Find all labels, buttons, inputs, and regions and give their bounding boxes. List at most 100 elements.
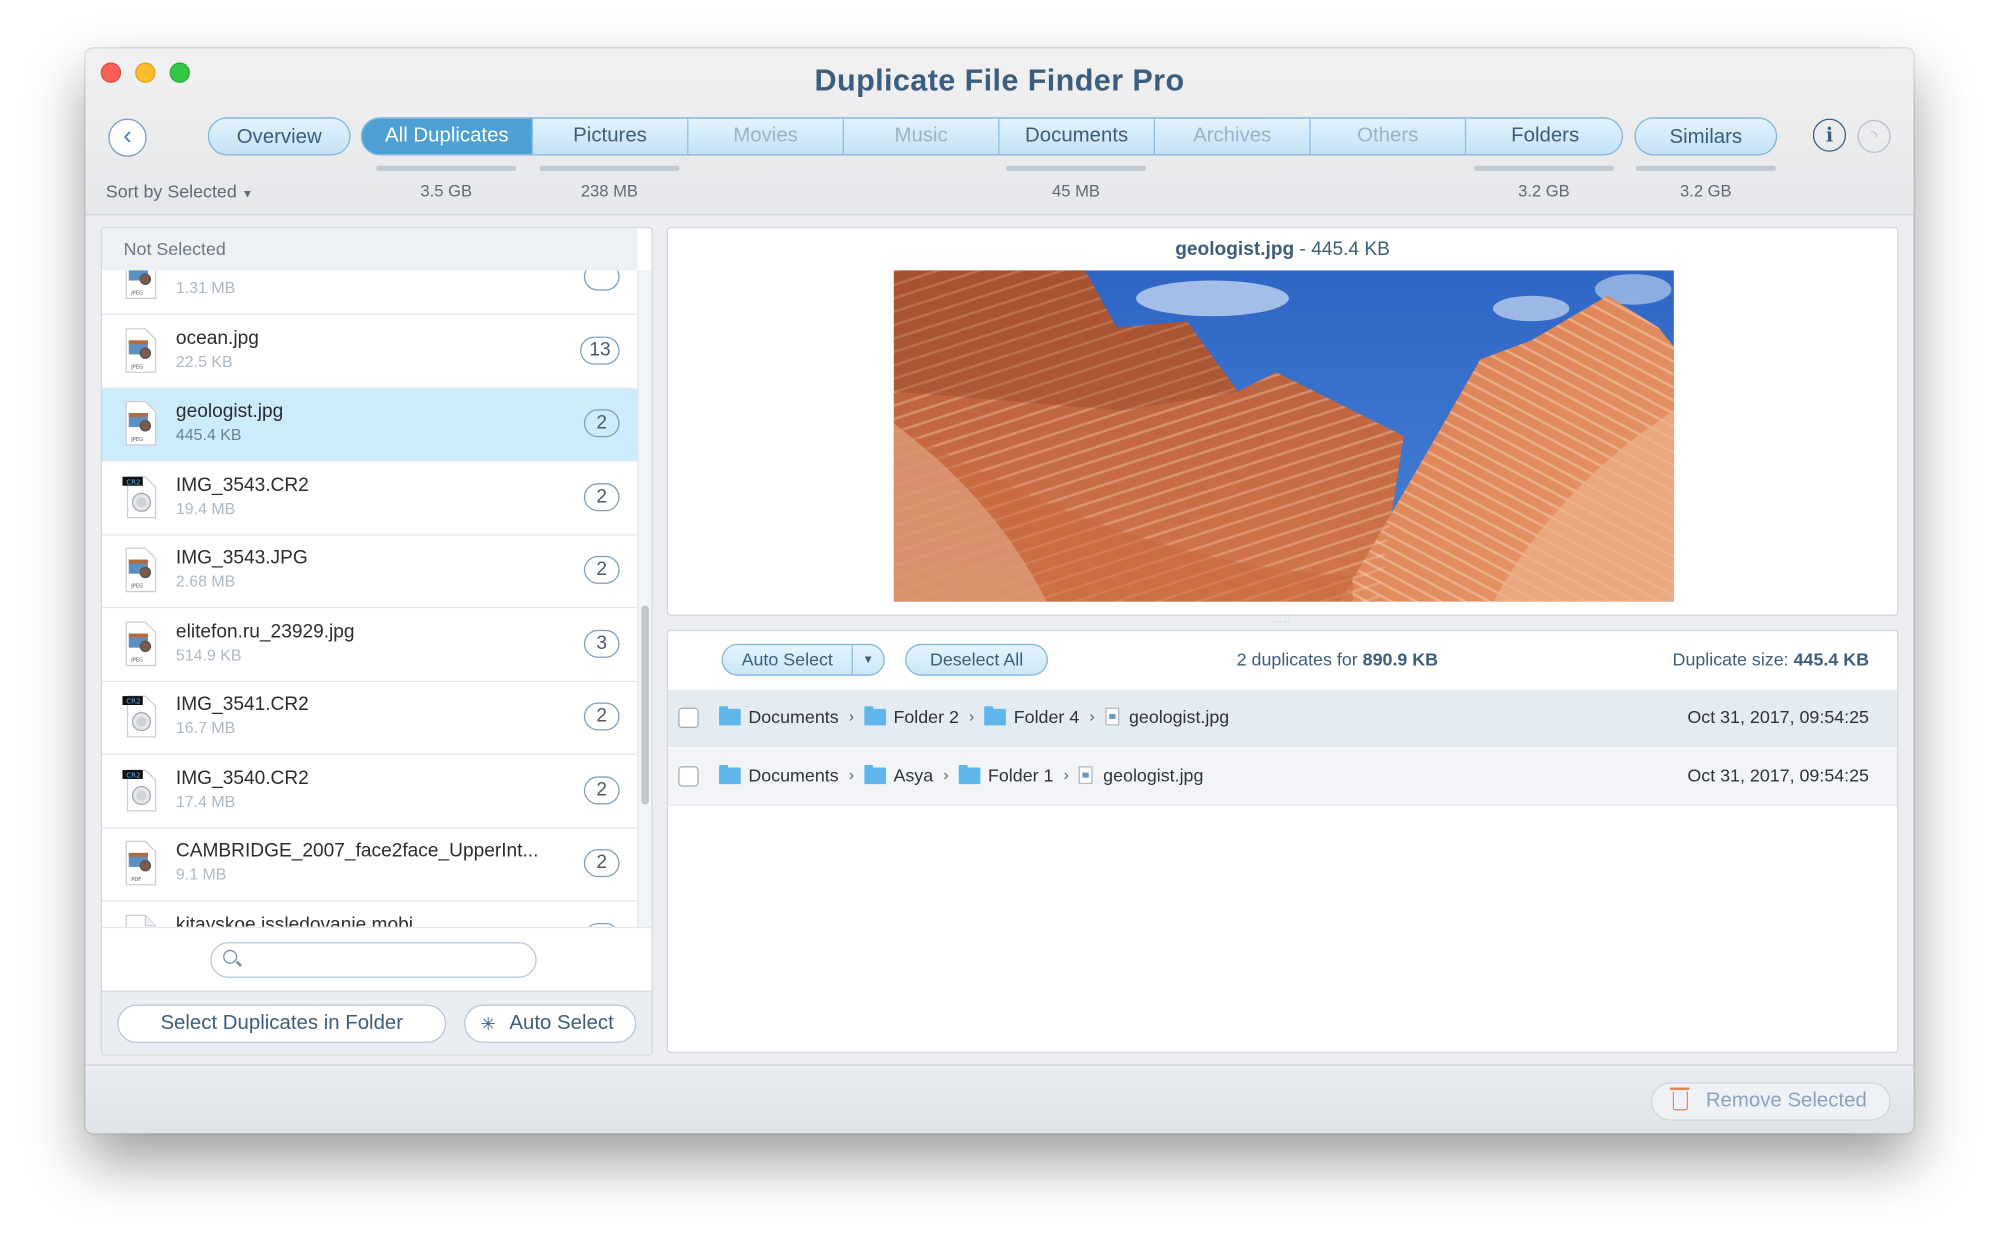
- duplicate-size: Duplicate size: 445.4 KB: [1673, 649, 1869, 669]
- deselect-all-button[interactable]: Deselect All: [905, 643, 1048, 676]
- chevron-right-icon: ›: [1063, 766, 1069, 785]
- duplicate-count-badge: 2: [583, 482, 620, 511]
- file-list[interactable]: JPEG 1.31 MB JPEG ocean.jpg 22.5 KB 13 JPEG geo…: [101, 270, 638, 927]
- path-segment[interactable]: Folder 2: [893, 706, 958, 726]
- file-path: Documents › Folder 2 › Folder 4 › geologist.jp…: [719, 705, 1229, 727]
- raw-file-icon: CR2: [122, 475, 157, 518]
- search-icon: [223, 949, 238, 964]
- svg-text:CR2: CR2: [126, 477, 140, 486]
- duplicate-size-prefix: Duplicate size:: [1672, 648, 1794, 670]
- remove-selected-label: Remove Selected: [1705, 1090, 1867, 1112]
- scrollbar[interactable]: [637, 270, 652, 927]
- file-list-item[interactable]: CR2 IMG_3541.CR2 16.7 MB 2: [101, 682, 638, 755]
- file-name: IMG_3543.CR2: [175, 473, 309, 496]
- split-handle[interactable]: ·····: [1266, 618, 1297, 626]
- tab-others[interactable]: Others: [1311, 118, 1467, 155]
- file-list-item[interactable]: JPEG IMG_3543.JPG 2.68 MB 2: [101, 535, 638, 609]
- tab-folders[interactable]: Folders: [1466, 119, 1622, 155]
- duplicate-count-badge: 2: [583, 409, 620, 438]
- rss-icon[interactable]: ◝: [1857, 119, 1891, 153]
- duplicate-row[interactable]: Documents › Folder 2 › Folder 4 › geologist.jp…: [668, 689, 1898, 748]
- path-segment[interactable]: Documents: [748, 706, 838, 726]
- tab-archives[interactable]: Archives: [1155, 118, 1311, 155]
- search-area: [101, 926, 652, 992]
- path-file-name[interactable]: geologist.jpg: [1129, 706, 1229, 726]
- file-name: geologist.jpg: [175, 400, 284, 422]
- select-duplicates-in-folder-button[interactable]: Select Duplicates in Folder: [117, 1004, 447, 1043]
- tab-all-duplicates[interactable]: All Duplicates: [362, 118, 533, 155]
- sort-dropdown[interactable]: Sort by Selected ▼: [106, 181, 253, 201]
- remove-selected-button[interactable]: Remove Selected: [1650, 1082, 1891, 1121]
- image-file-icon: [1104, 707, 1119, 726]
- file-size: 22.5 KB: [175, 352, 233, 371]
- file-list-item[interactable]: CR2 IMG_3540.CR2 17.4 MB 2: [101, 755, 638, 829]
- detail-pane: geologist.jpg - 445.4 KB ····· Auto Sele…: [666, 226, 1899, 1054]
- tab-similars[interactable]: Similars: [1634, 117, 1778, 156]
- file-name: ocean.jpg: [175, 327, 259, 349]
- tab-documents[interactable]: Documents: [1000, 118, 1156, 155]
- tab-pictures[interactable]: Pictures: [533, 118, 689, 155]
- scrollbar-thumb[interactable]: [641, 605, 649, 805]
- file-list-item[interactable]: PDF CAMBRIDGE_2007_face2face_UpperInt... 9…: [101, 829, 638, 902]
- tab-movies[interactable]: Movies: [688, 118, 844, 155]
- trash-icon: [1670, 1087, 1690, 1111]
- category-tabs: All Duplicates Pictures Movies Music Doc…: [360, 117, 1623, 156]
- file-list-item[interactable]: JPEG ocean.jpg 22.5 KB 13: [101, 316, 638, 389]
- size-folders: 3.2 GB: [1518, 181, 1570, 201]
- image-file-icon: JPEG: [125, 327, 157, 373]
- size-documents: 45 MB: [1052, 181, 1100, 201]
- tab-music[interactable]: Music: [844, 118, 1000, 155]
- file-size: 1.31 MB: [175, 279, 236, 298]
- bottom-bar: Remove Selected: [85, 1064, 1914, 1134]
- image-file-icon: JPEG: [125, 547, 157, 593]
- info-icon[interactable]: i: [1812, 118, 1847, 152]
- preview-file-size: - 445.4 KB: [1294, 238, 1390, 261]
- file-size: 17.4 MB: [175, 792, 236, 811]
- search-input[interactable]: [210, 942, 537, 978]
- auto-select-dup-button[interactable]: Auto Select: [723, 645, 853, 675]
- file-size: 16.7 MB: [175, 719, 236, 737]
- folder-icon: [984, 705, 1007, 725]
- svg-text:JPEG: JPEG: [130, 437, 143, 443]
- modified-date: Oct 31, 2017, 09:54:25: [1687, 764, 1870, 786]
- size-bar-all-duplicates: [376, 165, 517, 171]
- file-list-item[interactable]: JPEG 1.31 MB: [101, 270, 638, 315]
- file-list-item[interactable]: kitayskoe issledovanie.mobi2: [102, 902, 637, 927]
- file-name: elitefon.ru_23929.jpg: [175, 620, 355, 642]
- file-list-pane: JPEG 1.31 MB JPEG ocean.jpg 22.5 KB 13 JPEG geo…: [100, 226, 653, 1056]
- file-list-item[interactable]: CR2 IMG_3543.CR2 19.4 MB 2: [101, 462, 638, 535]
- file-name: IMG_3543.JPG: [175, 546, 308, 569]
- duplicate-count: 2 duplicates for 890.9 KB: [1237, 649, 1438, 669]
- file-name: IMG_3540.CR2: [175, 766, 309, 789]
- section-header: Not Selected: [101, 228, 638, 271]
- size-bar-similars: [1635, 165, 1776, 171]
- size-bar-documents: [1005, 165, 1147, 171]
- sort-label: Sort by Selected: [105, 181, 237, 202]
- svg-text:JPEG: JPEG: [130, 291, 143, 297]
- duplicate-count-badge: 2: [583, 555, 620, 584]
- path-segment[interactable]: Folder 4: [1014, 706, 1079, 726]
- back-button[interactable]: ‹: [108, 118, 147, 157]
- image-file-icon: JPEG: [125, 400, 157, 446]
- chevron-right-icon: ›: [969, 707, 975, 726]
- path-segment[interactable]: Folder 1: [988, 765, 1053, 785]
- folder-icon: [864, 705, 886, 725]
- auto-select-dropdown-icon[interactable]: ▼: [853, 645, 884, 674]
- path-file-name[interactable]: geologist.jpg: [1103, 765, 1203, 785]
- path-segment[interactable]: Documents: [748, 765, 838, 785]
- duplicate-row[interactable]: Documents › Asya › Folder 1 › geologist.jpg Oct…: [668, 748, 1898, 806]
- file-list-item[interactable]: JPEG geologist.jpg 445.4 KB 2: [101, 388, 638, 462]
- image-file-icon: JPEG: [125, 270, 157, 299]
- file-list-item[interactable]: JPEG elitefon.ru_23929.jpg 514.9 KB 3: [101, 609, 638, 682]
- file-size: 9.1 MB: [175, 865, 227, 884]
- folder-icon: [719, 705, 741, 725]
- app-window: Duplicate File Finder Pro ‹ Overview All…: [85, 48, 1914, 1134]
- auto-select-button[interactable]: ✳ Auto Select: [464, 1004, 637, 1043]
- path-segment[interactable]: Asya: [893, 765, 933, 785]
- size-similars: 3.2 GB: [1680, 181, 1732, 201]
- tab-overview[interactable]: Overview: [207, 117, 351, 156]
- duplicate-count-badge: 2: [583, 775, 620, 804]
- row-checkbox[interactable]: [678, 707, 699, 728]
- chevron-right-icon: ›: [1089, 707, 1095, 726]
- row-checkbox[interactable]: [678, 766, 699, 787]
